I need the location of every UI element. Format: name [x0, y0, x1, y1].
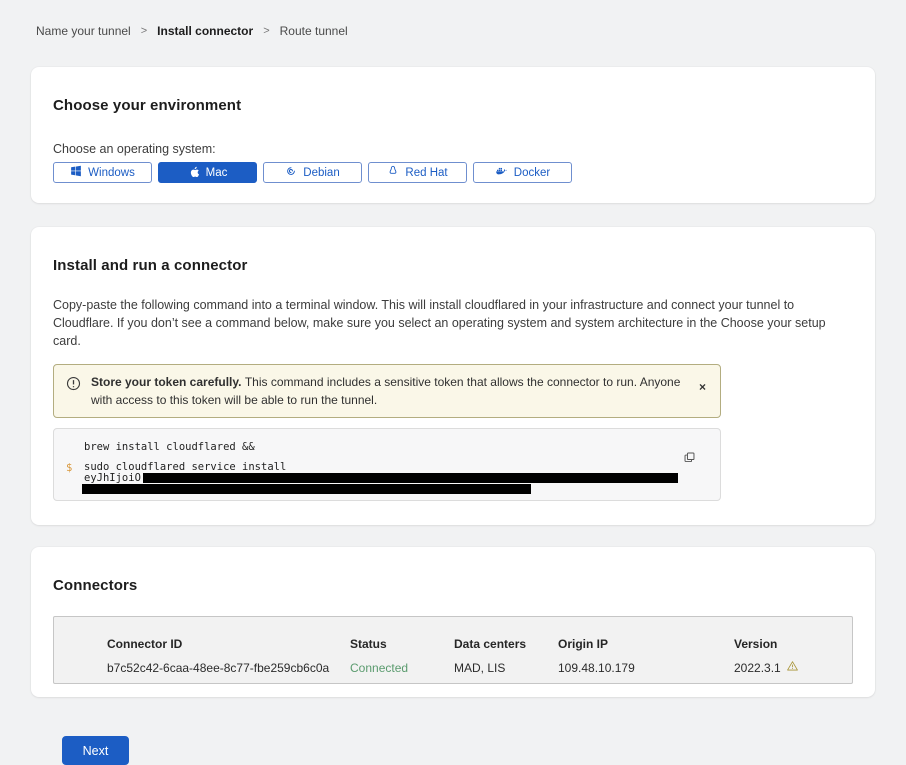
os-button-redhat[interactable]: Red Hat [368, 162, 467, 183]
connectors-card: Connectors Connector ID Status Data cent… [31, 547, 875, 697]
column-header-status: Status [350, 637, 454, 651]
breadcrumb-install-connector[interactable]: Install connector [157, 24, 253, 38]
breadcrumb-route-tunnel[interactable]: Route tunnel [280, 24, 348, 38]
environment-card-title: Choose your environment [53, 97, 853, 114]
breadcrumb-name-your-tunnel[interactable]: Name your tunnel [36, 24, 131, 38]
code-block: $ brew install cloudflared && sudo cloud… [53, 428, 721, 501]
os-button-label: Docker [514, 167, 550, 179]
code-line-2: sudo cloudflared service install [84, 462, 720, 473]
token-redaction-bar [143, 473, 678, 483]
data-centers-value: MAD, LIS [454, 661, 558, 675]
status-badge: Connected [350, 661, 454, 675]
alert-circle-icon [66, 376, 81, 396]
code-token-line-2 [84, 484, 720, 495]
close-icon[interactable]: × [695, 379, 710, 395]
environment-card: Choose your environment Choose an operat… [31, 67, 875, 203]
token-redaction-bar [82, 484, 531, 494]
alert-text: Store your token carefully. This command… [91, 373, 685, 409]
connectors-table: Connector ID Status Data centers Origin … [53, 616, 853, 684]
os-button-windows[interactable]: Windows [53, 162, 152, 183]
windows-icon [70, 165, 82, 180]
code-line-1: brew install cloudflared && [84, 442, 720, 453]
os-button-label: Red Hat [405, 167, 447, 179]
os-label: Choose an operating system: [53, 142, 853, 156]
docker-icon [495, 165, 508, 180]
os-button-label: Mac [206, 167, 228, 179]
token-warning-banner: Store your token carefully. This command… [53, 364, 721, 418]
version-number: 2022.3.1 [734, 661, 781, 675]
connectors-table-header: Connector ID Status Data centers Origin … [107, 637, 852, 651]
column-header-connector-id: Connector ID [107, 637, 350, 651]
debian-icon [285, 165, 297, 180]
install-card-title: Install and run a connector [53, 257, 853, 274]
os-button-group: Windows Mac Debian Red Hat Docker [53, 162, 853, 183]
warning-triangle-icon [786, 660, 799, 675]
apple-icon [188, 165, 200, 181]
connectors-card-title: Connectors [53, 577, 853, 594]
column-header-origin-ip: Origin IP [558, 637, 734, 651]
column-header-version: Version [734, 637, 852, 651]
os-button-mac[interactable]: Mac [158, 162, 257, 183]
next-button[interactable]: Next [62, 736, 129, 765]
breadcrumb-separator: > [141, 25, 147, 37]
code-token-line: eyJhIjoiO [84, 473, 720, 484]
version-value: 2022.3.1 [734, 660, 852, 675]
connector-id-value: b7c52c42-6caa-48ee-8c77-fbe259cb6c0a [107, 661, 350, 675]
os-button-docker[interactable]: Docker [473, 162, 572, 183]
os-button-debian[interactable]: Debian [263, 162, 362, 183]
alert-title: Store your token carefully. [91, 375, 245, 389]
os-button-label: Debian [303, 167, 339, 179]
redhat-icon [387, 165, 399, 180]
table-row: b7c52c42-6caa-48ee-8c77-fbe259cb6c0a Con… [107, 660, 852, 675]
token-prefix: eyJhIjoiO [84, 472, 141, 484]
column-header-data-centers: Data centers [454, 637, 558, 651]
os-button-label: Windows [88, 167, 135, 179]
breadcrumb-separator: > [263, 25, 269, 37]
origin-ip-value: 109.48.10.179 [558, 661, 734, 675]
install-card: Install and run a connector Copy-paste t… [31, 227, 875, 525]
install-description: Copy-paste the following command into a … [53, 296, 847, 350]
page: Name your tunnel > Install connector > R… [0, 0, 906, 765]
copy-icon[interactable] [681, 449, 698, 469]
breadcrumb: Name your tunnel > Install connector > R… [31, 0, 875, 38]
terminal-prompt: $ [66, 462, 72, 474]
